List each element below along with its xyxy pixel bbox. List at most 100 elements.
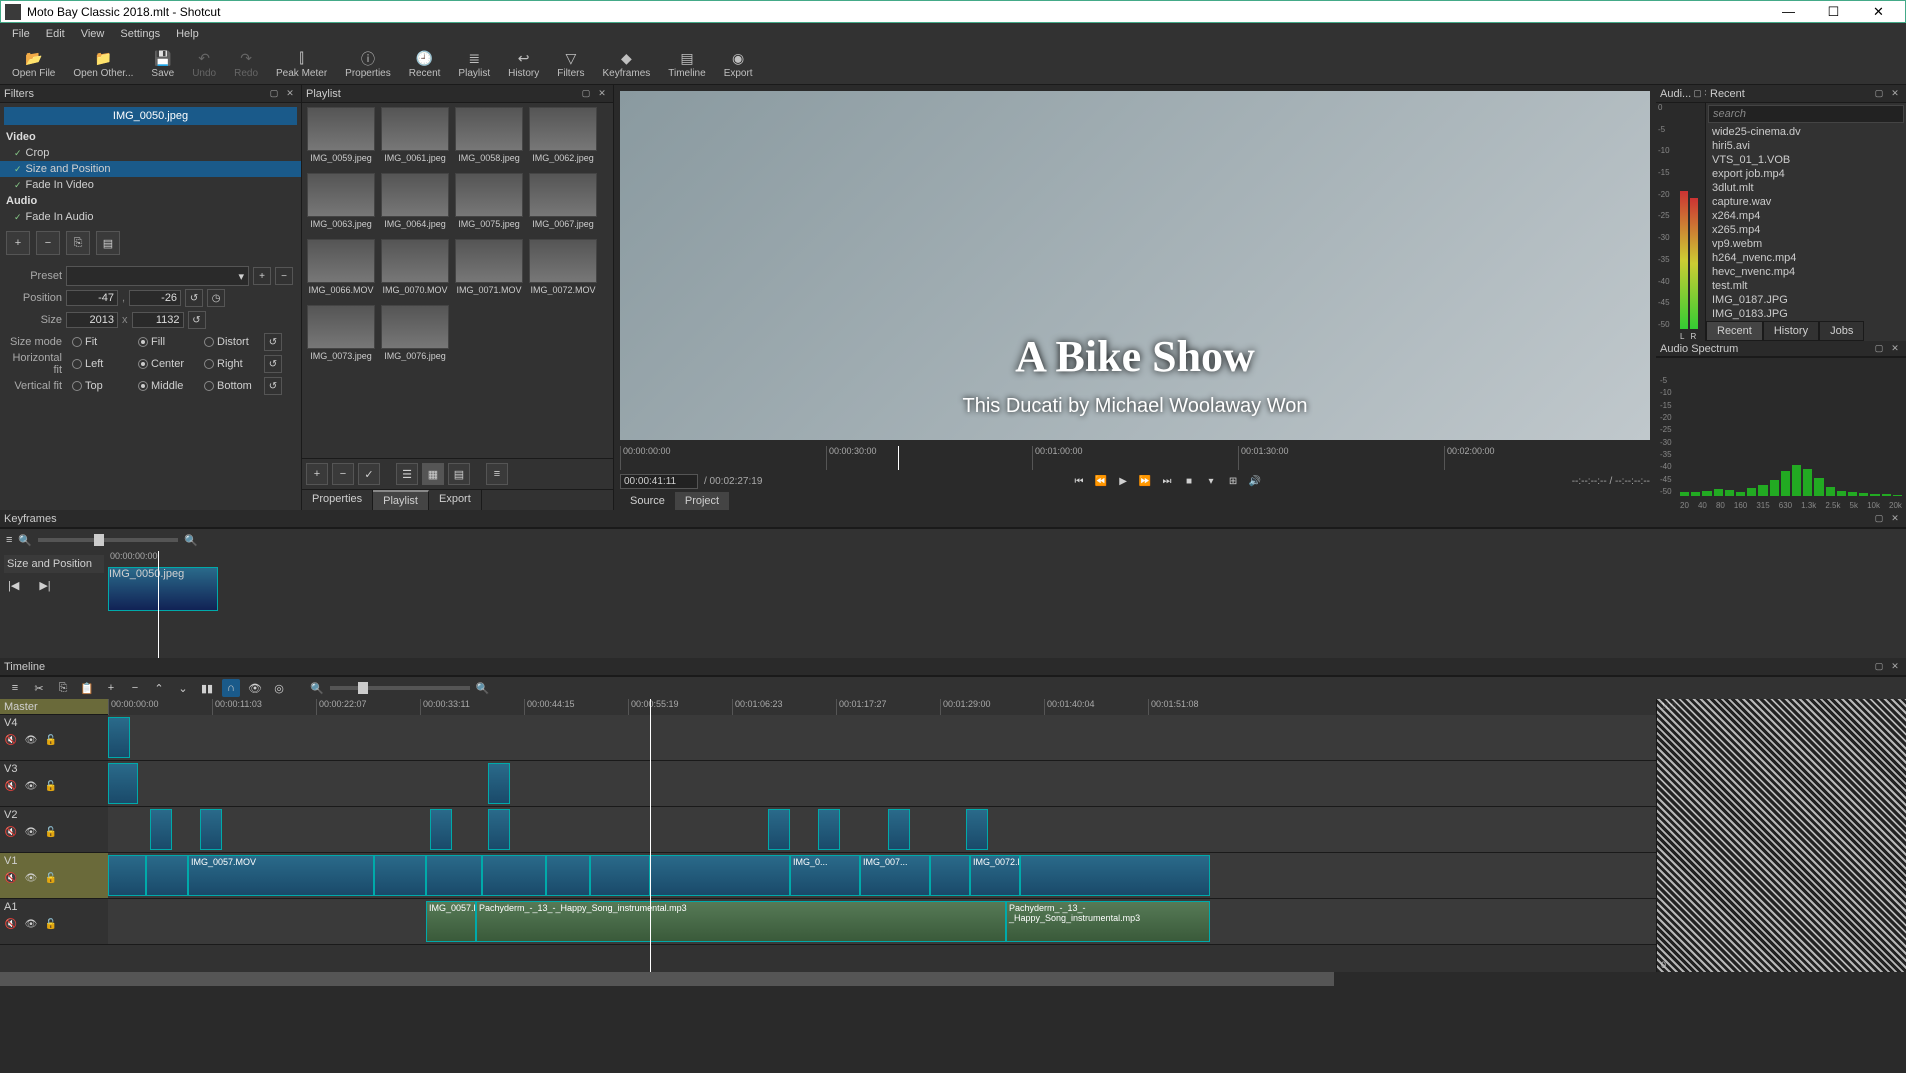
radio-middle[interactable]: Middle: [138, 380, 194, 392]
position-keyframe-button[interactable]: ◷: [207, 289, 225, 307]
playlist-item[interactable]: IMG_0063.jpeg: [306, 173, 376, 235]
timeline-clip[interactable]: [488, 763, 510, 804]
keyframe-prev-button[interactable]: |◀: [8, 579, 19, 592]
playlist-update-button[interactable]: ✓: [358, 463, 380, 485]
hide-button[interactable]: 👁: [24, 871, 38, 885]
close-button[interactable]: ✕: [1856, 1, 1901, 23]
menu-help[interactable]: Help: [168, 26, 207, 42]
recent-item[interactable]: VTS_01_1.VOB: [1706, 153, 1906, 167]
timeline-clip[interactable]: [426, 855, 482, 896]
timeline-ripple-button[interactable]: ◎: [270, 679, 288, 697]
hide-button[interactable]: 👁: [24, 733, 38, 747]
playlist-item[interactable]: IMG_0062.jpeg: [528, 107, 598, 169]
timeline-clip[interactable]: IMG_0072.MOV: [970, 855, 1020, 896]
size-reset-button[interactable]: ↺: [188, 311, 206, 329]
toolbar-open-other--button[interactable]: 📁Open Other...: [65, 49, 141, 81]
reset-button[interactable]: ↺: [264, 355, 282, 373]
panel-undock-icon[interactable]: ▢: [1872, 512, 1886, 526]
timeline-menu-button[interactable]: ≡: [6, 679, 24, 697]
track-label-v1[interactable]: V1🔇👁🔓: [0, 853, 108, 899]
track-v2[interactable]: [108, 807, 1656, 853]
timeline-clip[interactable]: [488, 809, 510, 850]
playlist-item[interactable]: IMG_0071.MOV: [454, 239, 524, 301]
timeline-clip[interactable]: [150, 809, 172, 850]
playlist-item[interactable]: IMG_0059.jpeg: [306, 107, 376, 169]
recent-item[interactable]: export job.mp4: [1706, 167, 1906, 181]
menu-view[interactable]: View: [73, 26, 113, 42]
preset-save-button[interactable]: +: [253, 267, 271, 285]
timeline-clip[interactable]: [374, 855, 426, 896]
timeline-clip[interactable]: [108, 855, 146, 896]
toolbar-timeline-button[interactable]: ▤Timeline: [660, 49, 713, 81]
recent-item[interactable]: IMG_0183.JPG: [1706, 307, 1906, 321]
stop-button[interactable]: ■: [1181, 473, 1197, 489]
timeline-clip[interactable]: IMG_0057.MOV: [188, 855, 374, 896]
remove-filter-button[interactable]: −: [36, 231, 60, 255]
toolbar-recent-button[interactable]: 🕘Recent: [401, 49, 449, 81]
playlist-view-detailed-button[interactable]: ☰: [396, 463, 418, 485]
mute-button[interactable]: 🔇: [4, 733, 18, 747]
tab-properties[interactable]: Properties: [302, 490, 373, 510]
skip-prev-button[interactable]: ⏮: [1071, 473, 1087, 489]
playlist-view-tiles-button[interactable]: ▦: [422, 463, 444, 485]
playlist-menu-button[interactable]: ≡: [486, 463, 508, 485]
playlist-remove-button[interactable]: −: [332, 463, 354, 485]
keyframes-zoom-slider[interactable]: [38, 538, 178, 542]
keyframe-track[interactable]: 00:00:00:00 IMG_0050.jpeg: [108, 551, 1906, 658]
keyframe-clip[interactable]: IMG_0050.jpeg: [108, 567, 218, 611]
radio-distort[interactable]: Distort: [204, 336, 260, 348]
tab-export[interactable]: Export: [429, 490, 482, 510]
tab-source[interactable]: Source: [620, 492, 675, 510]
panel-undock-icon[interactable]: ▢: [1693, 87, 1702, 101]
hide-button[interactable]: 👁: [24, 779, 38, 793]
grid-button[interactable]: ⊞: [1225, 473, 1241, 489]
mute-button[interactable]: 🔇: [4, 871, 18, 885]
keyframes-menu-button[interactable]: ≡: [6, 534, 12, 546]
timeline-copy-button[interactable]: ⎘: [54, 679, 72, 697]
lock-button[interactable]: 🔓: [44, 733, 58, 747]
position-x-input[interactable]: -47: [66, 290, 118, 306]
timeline-clip[interactable]: [966, 809, 988, 850]
recent-item[interactable]: 3dlut.mlt: [1706, 181, 1906, 195]
toolbar-properties-button[interactable]: ⓘProperties: [337, 49, 399, 81]
timeline-cut-button[interactable]: ✂: [30, 679, 48, 697]
zoom-in-icon[interactable]: 🔍: [476, 682, 490, 695]
panel-undock-icon[interactable]: ▢: [267, 87, 281, 101]
mute-button[interactable]: 🔇: [4, 825, 18, 839]
mute-button[interactable]: 🔇: [4, 779, 18, 793]
playlist-item[interactable]: IMG_0067.jpeg: [528, 173, 598, 235]
track-v4[interactable]: [108, 715, 1656, 761]
size-h-input[interactable]: 1132: [132, 312, 184, 328]
fforward-button[interactable]: ⏩: [1137, 473, 1153, 489]
timeline-clip[interactable]: [200, 809, 222, 850]
tab-recent[interactable]: Recent: [1706, 321, 1763, 341]
lock-button[interactable]: 🔓: [44, 825, 58, 839]
panel-close-icon[interactable]: ✕: [1888, 660, 1902, 674]
panel-undock-icon[interactable]: ▢: [1872, 660, 1886, 674]
timeline-clip[interactable]: [590, 855, 650, 896]
panel-close-icon[interactable]: ✕: [1888, 512, 1902, 526]
hide-button[interactable]: 👁: [24, 917, 38, 931]
track-v1[interactable]: IMG_0057.MOVIMG_0...IMG_007...IMG_0072.M…: [108, 853, 1656, 899]
playlist-item[interactable]: IMG_0073.jpeg: [306, 305, 376, 367]
track-label-v2[interactable]: V2🔇👁🔓: [0, 807, 108, 853]
playlist-add-button[interactable]: +: [306, 463, 328, 485]
recent-item[interactable]: h264_nvenc.mp4: [1706, 251, 1906, 265]
lock-button[interactable]: 🔓: [44, 871, 58, 885]
timeline-clip[interactable]: [430, 809, 452, 850]
filter-item[interactable]: ✓Crop: [0, 145, 301, 161]
toolbar-filters-button[interactable]: ▽Filters: [549, 49, 592, 81]
zoom-out-icon[interactable]: 🔍: [18, 534, 32, 547]
playlist-item[interactable]: IMG_0066.MOV: [306, 239, 376, 301]
size-w-input[interactable]: 2013: [66, 312, 118, 328]
reset-button[interactable]: ↺: [264, 377, 282, 395]
position-reset-button[interactable]: ↺: [185, 289, 203, 307]
playlist-item[interactable]: IMG_0064.jpeg: [380, 173, 450, 235]
toolbar-open-file-button[interactable]: 📂Open File: [4, 49, 63, 81]
hide-button[interactable]: 👁: [24, 825, 38, 839]
playlist-view-icons-button[interactable]: ▤: [448, 463, 470, 485]
mute-button[interactable]: 🔇: [4, 917, 18, 931]
playlist-item[interactable]: IMG_0076.jpeg: [380, 305, 450, 367]
rewind-button[interactable]: ⏪: [1093, 473, 1109, 489]
zoom-out-icon[interactable]: 🔍: [310, 682, 324, 695]
